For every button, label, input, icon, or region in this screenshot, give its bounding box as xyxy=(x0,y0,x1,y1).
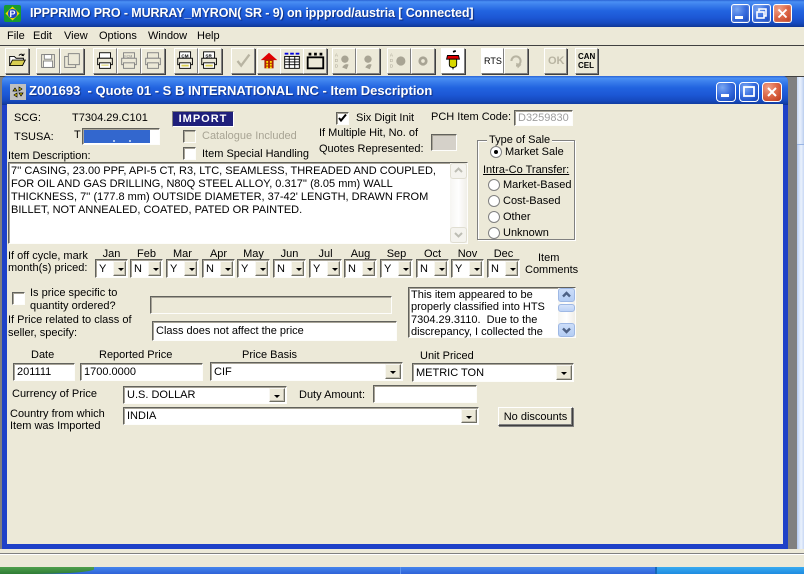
svg-text:SR: SR xyxy=(205,53,212,58)
svg-text:CM: CM xyxy=(181,53,188,58)
svg-text:D: D xyxy=(390,58,394,63)
svg-text:D: D xyxy=(335,63,339,68)
svg-text:FCM: FCM xyxy=(124,54,132,58)
svg-text:P: P xyxy=(9,9,15,19)
svg-text:D: D xyxy=(335,58,339,63)
svg-text:D: D xyxy=(390,63,394,68)
svg-text:A: A xyxy=(390,52,394,57)
svg-text:A: A xyxy=(335,52,339,57)
